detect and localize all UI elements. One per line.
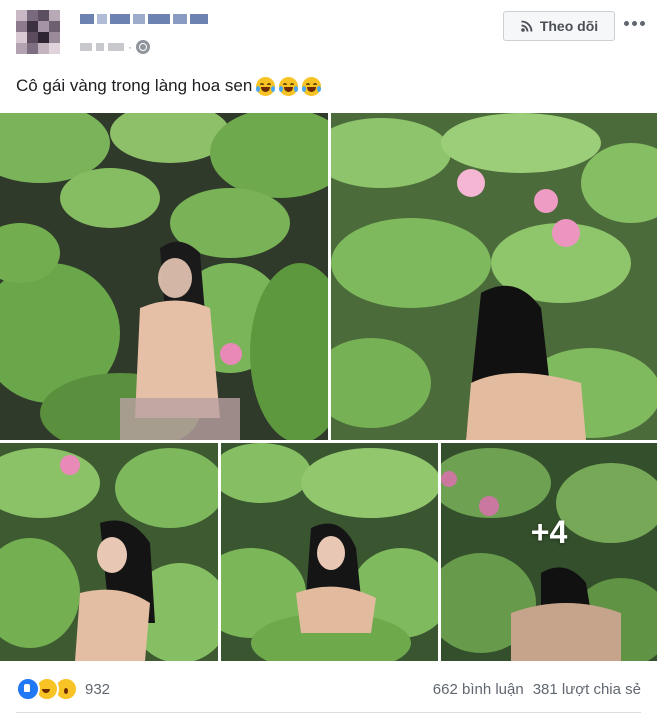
shares-link[interactable]: 381 lượt chia sẻ <box>533 681 641 698</box>
engagement-stats: 662 bình luận 381 lượt chia sẻ <box>433 681 641 698</box>
globe-icon <box>136 40 150 54</box>
comments-link[interactable]: 662 bình luận <box>433 681 524 698</box>
more-options-icon[interactable] <box>624 17 648 29</box>
more-photos-overlay[interactable]: +4 <box>441 443 657 661</box>
post-photo-3[interactable] <box>0 443 218 661</box>
author-avatar[interactable] <box>16 10 60 54</box>
tears-of-joy-emoji-icon <box>256 76 276 96</box>
tears-of-joy-emoji-icon <box>302 76 322 96</box>
post-footer: 932 662 bình luận 381 lượt chia sẻ <box>16 676 641 702</box>
footer-divider <box>16 712 641 713</box>
author-name-pixelated[interactable] <box>80 14 208 24</box>
post-header: · Theo dõi <box>0 0 657 70</box>
like-reaction-icon <box>16 677 40 701</box>
follow-label: Theo dõi <box>539 18 599 34</box>
reaction-count: 932 <box>85 680 111 698</box>
caption-text: Cô gái vàng trong làng hoa sen <box>16 76 253 95</box>
post-photo-5[interactable]: +4 <box>441 443 657 661</box>
post-photo-2[interactable] <box>331 113 657 440</box>
post-photo-4[interactable] <box>221 443 438 661</box>
post-caption: Cô gái vàng trong làng hoa sen <box>16 76 322 96</box>
reaction-summary[interactable]: 932 <box>16 677 110 701</box>
post-meta-pixelated: · <box>80 40 150 54</box>
follow-button[interactable]: Theo dõi <box>503 11 615 41</box>
rss-icon <box>520 19 534 33</box>
post-photo-1[interactable] <box>0 113 328 440</box>
tears-of-joy-emoji-icon <box>279 76 299 96</box>
